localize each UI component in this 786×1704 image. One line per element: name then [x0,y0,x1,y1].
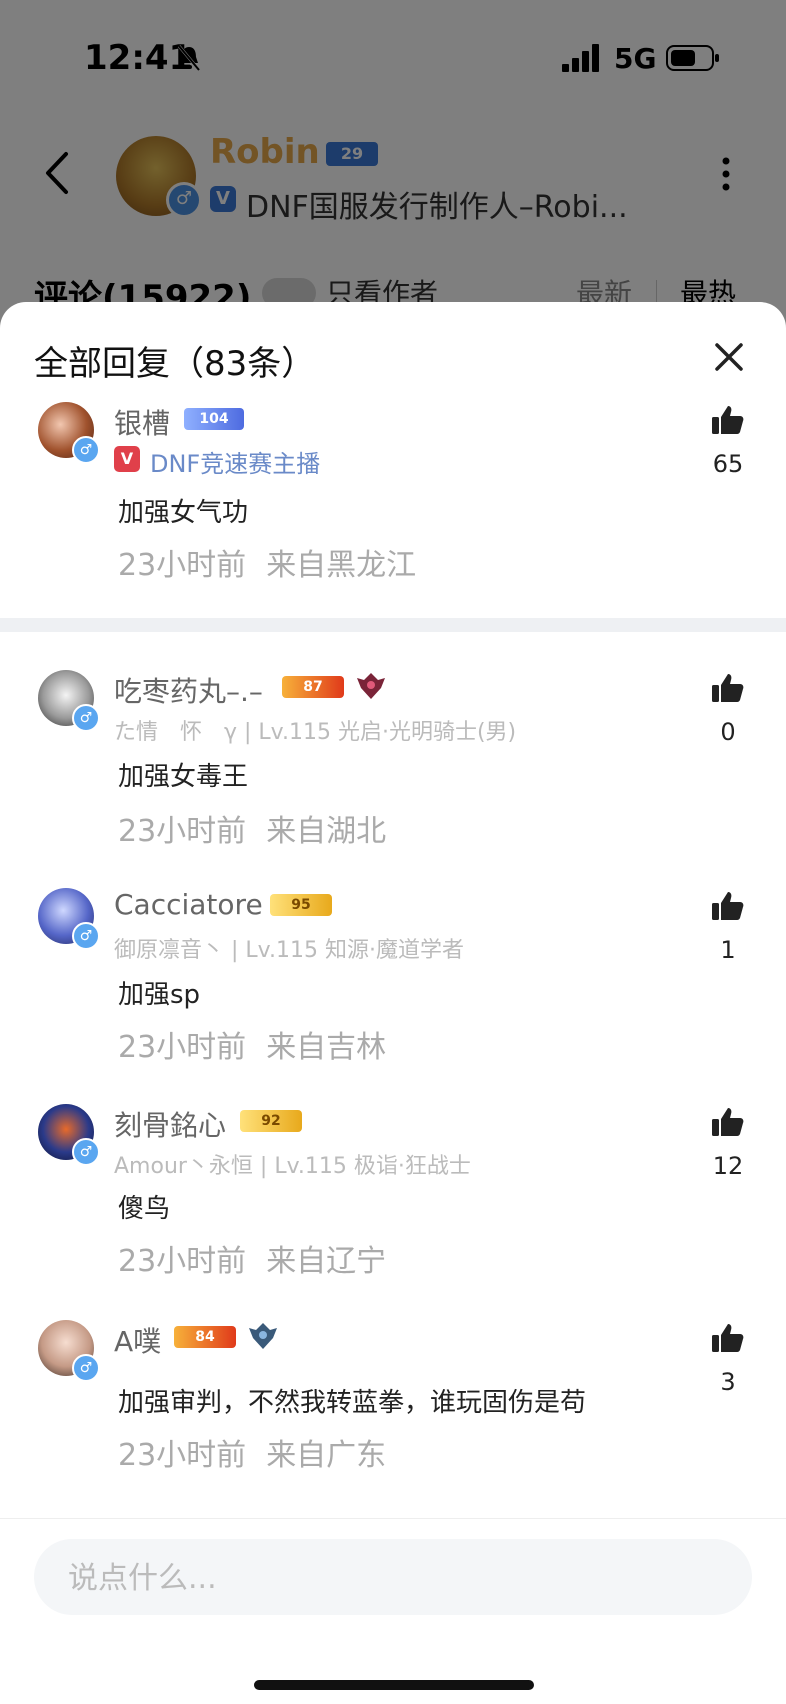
reply-time: 23小时前 [118,814,247,849]
level-badge: 95 [270,894,332,916]
level-badge: 84 [174,1326,236,1348]
verified-icon: V [114,446,140,472]
reply-input-bar [0,1518,786,1704]
like-count: 3 [720,1368,736,1396]
close-icon[interactable] [714,342,744,372]
thumbs-up-icon[interactable] [712,1322,744,1354]
sheet-title: 全部回复（83条） [34,344,316,384]
reply-meta: 23小时前 来自湖北 [118,806,386,850]
reply-time: 23小时前 [118,548,247,583]
username[interactable]: Cacciatore [114,888,263,921]
user-subline: た情 怀 γ | Lv.115 光启·光明骑士(男) [114,720,517,745]
user-subline: Amour丶永恒 | Lv.115 极诣·狂战士 [114,1154,471,1179]
reply-time: 23小时前 [118,1030,247,1065]
user-title: DNF竞速赛主播 [150,450,321,478]
username[interactable]: 银槽 [114,402,170,442]
reply-time: 23小时前 [118,1244,247,1279]
like-count: 12 [712,1152,744,1180]
gender-badge: ♂ [72,1138,100,1166]
gender-badge: ♂ [72,1354,100,1382]
reply-meta: 23小时前 来自广东 [118,1430,386,1474]
reply-location: 来自黑龙江 [266,548,417,583]
gender-badge: ♂ [72,436,100,464]
level-badge: 92 [240,1110,302,1132]
thumbs-up-icon[interactable] [712,1106,744,1138]
reply-item: ♂ 银槽 104 V DNF竞速赛主播 加强女气功 23小时前 来自黑龙江 65 [0,402,786,583]
reply-item: ♂ Cacciatore 95 御原凛音丶 | Lv.115 知源·魔道学者 加… [0,888,786,1068]
level-badge: 104 [184,408,244,430]
reply-text: 加强sp [118,980,201,1010]
reply-input[interactable] [66,1539,730,1617]
reply-item: ♂ 刻骨銘心 92 Amour丶永恒 | Lv.115 极诣·狂战士 傻鸟 23… [0,1104,786,1284]
user-subline: 御原凛音丶 | Lv.115 知源·魔道学者 [114,938,464,963]
thumbs-up-icon[interactable] [712,672,744,704]
rank-emblem-icon [357,673,385,699]
reply-location: 来自广东 [266,1438,387,1473]
reply-time: 23小时前 [118,1438,247,1473]
reply-item: ♂ A噗 84 加强审判，不然我转蓝拳，谁玩固伤是苟 23小时前 来自广东 3 [0,1320,786,1490]
username[interactable]: A噗 [114,1320,161,1360]
reply-text: 加强女毒王 [118,762,249,792]
reply-text: 傻鸟 [118,1194,171,1224]
thumbs-up-icon[interactable] [712,404,744,436]
gender-badge: ♂ [72,704,100,732]
like-count: 1 [720,936,736,964]
reply-location: 来自湖北 [266,814,387,849]
reply-meta: 23小时前 来自辽宁 [118,1236,386,1280]
reply-text: 加强女气功 [118,498,249,528]
like-count: 65 [712,450,744,478]
reply-location: 来自吉林 [266,1030,387,1065]
thumbs-up-icon[interactable] [712,890,744,922]
username[interactable]: 吃枣药丸–.– [114,670,263,710]
like-count: 0 [720,718,736,746]
home-indicator [254,1680,534,1690]
gender-badge: ♂ [72,922,100,950]
replies-sheet: 全部回复（83条） ♂ 银槽 104 V DNF竞速赛主播 加强女气功 23小时… [0,302,786,1704]
reply-input-box[interactable] [34,1539,752,1617]
reply-location: 来自辽宁 [266,1244,387,1279]
level-badge: 87 [282,676,344,698]
reply-item: ♂ 吃枣药丸–.– 87 た情 怀 γ | Lv.115 光启·光明骑士(男) … [0,670,786,850]
reply-meta: 23小时前 来自黑龙江 [118,540,416,584]
rank-emblem-icon [249,1323,277,1349]
section-divider [0,618,786,632]
username[interactable]: 刻骨銘心 [114,1104,226,1144]
reply-text: 加强审判，不然我转蓝拳，谁玩固伤是苟 [118,1388,587,1418]
reply-meta: 23小时前 来自吉林 [118,1022,386,1066]
